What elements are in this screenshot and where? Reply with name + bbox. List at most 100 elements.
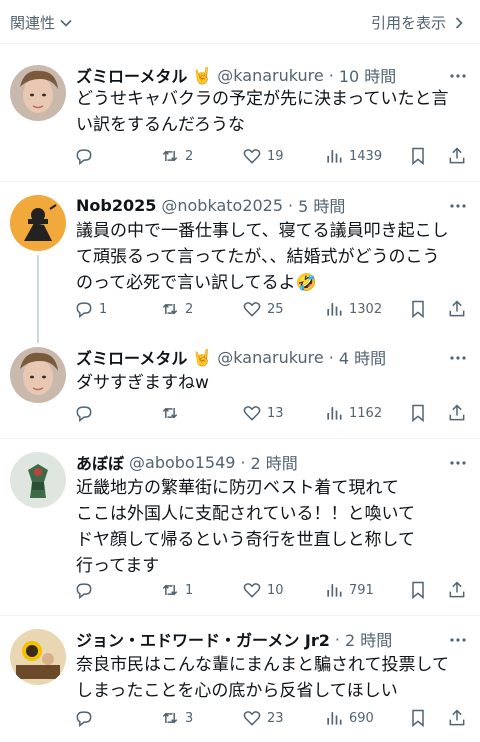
reply-button[interactable] xyxy=(74,706,99,730)
author-handle[interactable]: @kanarukure xyxy=(217,66,323,85)
reply-button[interactable] xyxy=(74,578,99,602)
author-name[interactable]: ズミローメタル xyxy=(76,345,187,369)
views-button[interactable]: 1302 xyxy=(324,297,382,321)
heart-icon xyxy=(243,583,261,598)
repost-button[interactable]: 1 xyxy=(160,578,193,602)
views-icon xyxy=(327,150,342,163)
author-emoji: 🤘 xyxy=(192,65,213,85)
post[interactable]: ジョン・エドワード・ガーメン Jr2 · 2 時間 奈良市民はこんな輩にまんまと… xyxy=(0,617,480,742)
more-icon[interactable] xyxy=(448,453,468,473)
post[interactable]: ズミローメタル 🤘 @kanarukure · 10 時間 どうせキャバクラの予… xyxy=(0,45,480,182)
relevance-dropdown[interactable]: 関連性 xyxy=(10,12,73,33)
heart-icon xyxy=(243,711,261,726)
thread-line xyxy=(37,255,39,343)
repost-button[interactable] xyxy=(160,401,185,425)
reply-icon xyxy=(76,149,92,166)
share-button[interactable] xyxy=(447,578,467,602)
relevance-label: 関連性 xyxy=(10,14,56,32)
author-name[interactable]: あぼぼ xyxy=(76,450,124,474)
author-name[interactable]: ズミローメタル xyxy=(76,63,187,87)
post[interactable]: ズミローメタル 🤘 @kanarukure · 4 時間 ダサすぎますねw 13… xyxy=(0,335,480,439)
author-handle[interactable]: @nobkato2025 xyxy=(161,196,283,215)
repost-count: 3 xyxy=(185,710,194,726)
repost-count: 2 xyxy=(185,301,194,317)
post-time[interactable]: 5 時間 xyxy=(298,193,345,217)
share-icon xyxy=(449,404,465,421)
views-button[interactable]: 1439 xyxy=(324,144,382,168)
share-button[interactable] xyxy=(447,401,467,425)
avatar[interactable] xyxy=(10,195,66,251)
author-emoji: 🤘 xyxy=(192,347,213,367)
bookmark-button[interactable] xyxy=(408,297,428,321)
repost-count: 2 xyxy=(185,148,194,164)
like-count: 10 xyxy=(267,582,284,598)
heart-icon xyxy=(243,406,261,421)
view-count: 791 xyxy=(349,582,374,598)
reply-button[interactable] xyxy=(74,144,99,168)
post[interactable]: あぼぼ @abobo1549 · 2 時間 近畿地方の繁華街に防刃ベスト着て現れ… xyxy=(0,440,480,616)
repost-icon xyxy=(162,407,178,419)
like-button[interactable]: 19 xyxy=(242,144,284,168)
repost-button[interactable]: 3 xyxy=(160,706,193,730)
bookmark-button[interactable] xyxy=(408,706,428,730)
like-button[interactable]: 23 xyxy=(242,706,284,730)
share-icon xyxy=(449,300,465,317)
bookmark-icon xyxy=(412,581,424,600)
post-text: 奈良市民はこんな輩にまんまと騙されて投票して しまったことを心の底から反省してほ… xyxy=(76,655,449,701)
bookmark-icon xyxy=(412,147,424,166)
more-icon[interactable] xyxy=(448,348,468,368)
post-header: ズミローメタル 🤘 @kanarukure · 4 時間 xyxy=(76,345,440,369)
views-icon xyxy=(327,584,342,597)
like-button[interactable]: 10 xyxy=(242,578,284,602)
post-time[interactable]: 2 時間 xyxy=(345,627,392,651)
view-count: 1302 xyxy=(349,301,383,317)
like-button[interactable]: 25 xyxy=(242,297,284,321)
post-text: 近畿地方の繁華街に防刃ベスト着て現れて ここは外国人に支配されている！！と喚いて… xyxy=(76,478,415,576)
reply-count: 1 xyxy=(99,301,108,317)
repost-button[interactable]: 2 xyxy=(160,297,193,321)
more-icon[interactable] xyxy=(448,196,468,216)
share-icon xyxy=(449,581,465,598)
post-time[interactable]: 10 時間 xyxy=(339,63,396,87)
views-button[interactable]: 791 xyxy=(324,578,374,602)
share-button[interactable] xyxy=(447,144,467,168)
view-quotes-link[interactable]: 引用を表示 xyxy=(371,12,466,33)
share-icon xyxy=(449,147,465,164)
post-header: ズミローメタル 🤘 @kanarukure · 10 時間 xyxy=(76,63,440,87)
like-button[interactable]: 13 xyxy=(242,401,284,425)
views-icon xyxy=(327,712,342,725)
post-time[interactable]: 4 時間 xyxy=(339,345,386,369)
reply-button[interactable] xyxy=(74,401,99,425)
avatar[interactable] xyxy=(10,452,66,508)
views-icon xyxy=(327,303,342,316)
share-button[interactable] xyxy=(447,706,467,730)
like-count: 25 xyxy=(267,301,284,317)
bookmark-icon xyxy=(412,300,424,319)
heart-icon xyxy=(243,302,261,317)
post-actions: 1 2 25 1302 xyxy=(74,297,470,321)
bookmark-button[interactable] xyxy=(408,401,428,425)
avatar[interactable] xyxy=(10,65,66,121)
bookmark-button[interactable] xyxy=(408,578,428,602)
post[interactable]: Nob2025 @nobkato2025 · 5 時間 議員の中で一番仕事して、… xyxy=(0,183,480,343)
reply-icon xyxy=(76,406,92,423)
post-text: ダサすぎますねw xyxy=(76,373,209,393)
author-handle[interactable]: @kanarukure xyxy=(217,348,323,367)
post-time[interactable]: 2 時間 xyxy=(251,450,298,474)
author-handle[interactable]: @abobo1549 xyxy=(129,453,235,472)
bookmark-button[interactable] xyxy=(408,144,428,168)
share-button[interactable] xyxy=(447,297,467,321)
like-count: 23 xyxy=(267,710,284,726)
more-icon[interactable] xyxy=(448,630,468,650)
more-icon[interactable] xyxy=(448,66,468,86)
avatar[interactable] xyxy=(10,347,66,403)
reply-icon xyxy=(76,302,92,319)
author-name[interactable]: Nob2025 xyxy=(76,196,156,215)
post-actions: 2 19 1439 xyxy=(74,144,470,168)
views-button[interactable]: 1162 xyxy=(324,401,382,425)
author-name[interactable]: ジョン・エドワード・ガーメン Jr2 xyxy=(76,627,330,651)
reply-button[interactable]: 1 xyxy=(74,297,107,321)
avatar[interactable] xyxy=(10,629,66,685)
views-button[interactable]: 690 xyxy=(324,706,374,730)
repost-button[interactable]: 2 xyxy=(160,144,193,168)
